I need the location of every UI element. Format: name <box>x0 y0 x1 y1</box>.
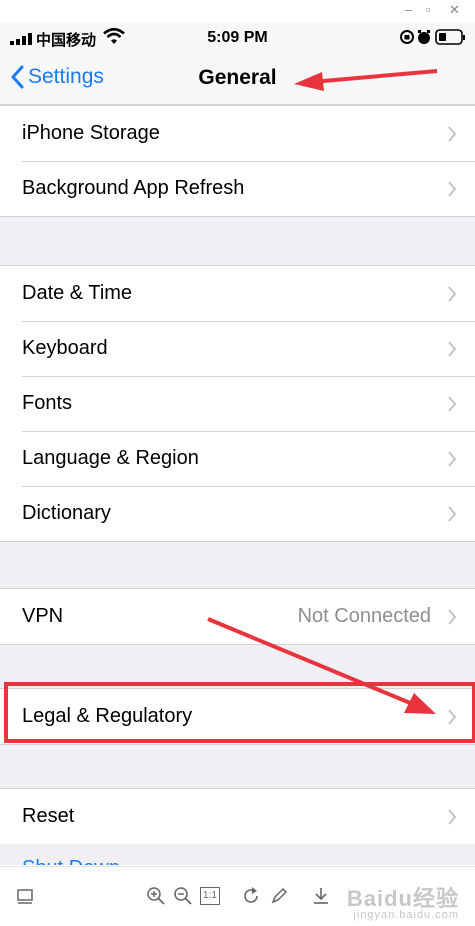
chevron-right-icon <box>448 451 457 467</box>
list-item-label: Background App Refresh <box>22 177 245 199</box>
rotation-lock-icon <box>400 30 414 44</box>
vpn-status-value: Not Connected <box>297 605 431 627</box>
list-item-label: Language & Region <box>22 447 199 469</box>
list-item-language-region[interactable]: Language & Region <box>0 431 475 486</box>
rotate-icon[interactable] <box>240 885 262 907</box>
list-item-background-app-refresh[interactable]: Background App Refresh <box>0 161 475 216</box>
settings-group-storage: iPhone Storage Background App Refresh <box>0 105 475 217</box>
list-item-label: Reset <box>22 805 75 827</box>
list-item-dictionary[interactable]: Dictionary <box>0 486 475 541</box>
settings-group-locale: Date & Time Keyboard Fonts Language & Re… <box>0 265 475 542</box>
list-item-label: Dictionary <box>22 502 111 524</box>
list-item-vpn[interactable]: VPN Not Connected <box>0 589 475 644</box>
chevron-right-icon <box>448 396 457 412</box>
settings-list: iPhone Storage Background App Refresh Da… <box>0 105 475 865</box>
list-item-label: VPN <box>22 605 64 627</box>
annotation-highlight-box <box>4 682 475 743</box>
chevron-right-icon <box>448 126 457 142</box>
actual-size-button[interactable]: 1:1 <box>200 887 220 905</box>
navigation-bar: Settings General <box>0 52 475 105</box>
shut-down-link[interactable]: Shut Down <box>22 857 120 865</box>
list-item-reset[interactable]: Reset <box>0 789 475 844</box>
chevron-right-icon <box>448 809 457 825</box>
watermark: Baidu经验 jingyan.baidu.com <box>347 881 459 921</box>
chevron-right-icon <box>448 286 457 302</box>
image-viewer-toolbar: 1:1 Baidu经验 jingyan.baidu.com <box>0 866 475 926</box>
pencil-icon[interactable] <box>268 885 290 907</box>
watermark-text: Baidu经验 <box>346 886 459 911</box>
watermark-url: jingyan.baidu.com <box>353 909 459 921</box>
minimize-icon[interactable]: – <box>405 2 412 17</box>
thumbnail-icon[interactable] <box>14 885 36 907</box>
list-item-fonts[interactable]: Fonts <box>0 376 475 431</box>
download-icon[interactable] <box>310 885 332 907</box>
status-bar: 中国移动 5:09 PM <box>0 22 475 52</box>
list-item-label: iPhone Storage <box>22 122 160 144</box>
viewer-window-controls: – ▫ ✕ <box>0 0 475 22</box>
list-item-label: Fonts <box>22 392 73 414</box>
settings-group-reset: Reset <box>0 788 475 844</box>
list-item-label: Keyboard <box>22 337 108 359</box>
list-item-keyboard[interactable]: Keyboard <box>0 321 475 376</box>
list-item-label: Date & Time <box>22 282 133 304</box>
maximize-icon[interactable]: ▫ <box>426 2 431 17</box>
chevron-right-icon <box>448 506 457 522</box>
list-item-date-time[interactable]: Date & Time <box>0 266 475 321</box>
page-title: General <box>198 66 277 89</box>
status-icons <box>400 29 465 45</box>
chevron-right-icon <box>448 609 457 625</box>
close-icon[interactable]: ✕ <box>449 2 460 18</box>
alarm-icon <box>418 30 430 44</box>
settings-group-vpn: VPN Not Connected <box>0 588 475 645</box>
chevron-right-icon <box>448 341 457 357</box>
zoom-in-icon[interactable] <box>145 885 167 907</box>
zoom-out-icon[interactable] <box>172 885 194 907</box>
list-item-iphone-storage[interactable]: iPhone Storage <box>0 106 475 161</box>
battery-icon <box>435 29 465 45</box>
chevron-right-icon <box>448 181 457 197</box>
